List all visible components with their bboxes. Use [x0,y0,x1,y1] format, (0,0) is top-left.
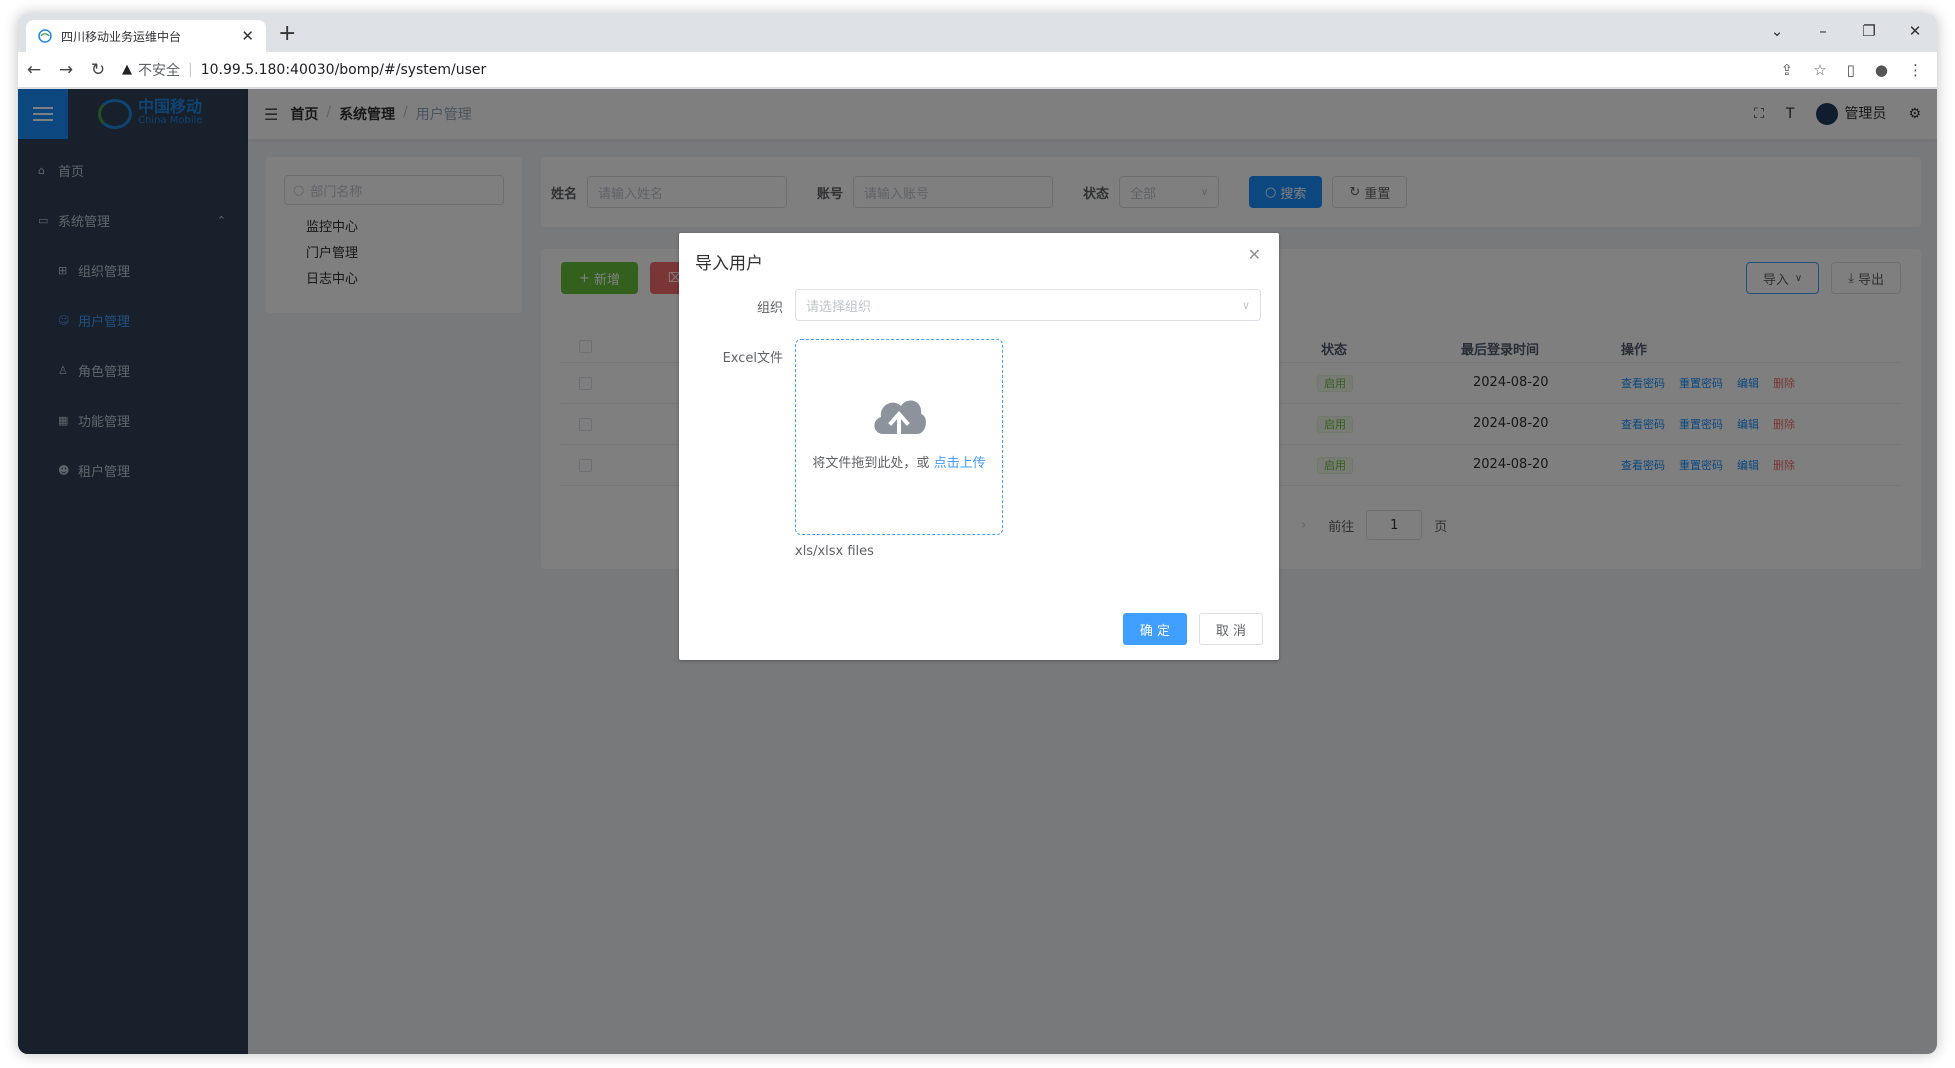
forward-icon[interactable]: → [50,60,82,80]
restore-icon[interactable]: ❐ [1859,22,1879,40]
org-placeholder: 请选择组织 [806,299,872,315]
tab-bar: 四川移动业务运维中台 ✕ + ⌄ – ❐ ✕ [18,14,1937,52]
sidepanel-icon[interactable]: ▯ [1847,61,1855,79]
window-close-icon[interactable]: ✕ [1905,22,1925,40]
profile-icon[interactable]: ● [1875,61,1888,79]
click-upload-link[interactable]: 点击上传 [934,456,986,471]
minimize-icon[interactable]: – [1813,22,1833,40]
star-icon[interactable]: ☆ [1813,61,1826,79]
org-label: 组织 [756,301,783,316]
excel-file-label: Excel文件 [722,351,783,366]
tab-close-icon[interactable]: ✕ [241,27,254,45]
org-select[interactable]: 请选择组织 ∨ [795,289,1261,321]
tab-title: 四川移动业务运维中台 [61,29,182,44]
close-icon[interactable]: ✕ [1248,245,1261,264]
globe-icon [38,29,52,43]
reload-icon[interactable]: ↻ [82,60,114,80]
more-icon[interactable]: ⋮ [1908,61,1923,79]
back-icon[interactable]: ← [18,60,50,80]
chevron-down-icon: ∨ [1241,298,1250,312]
insecure-label: 不安全 [138,62,180,79]
window-controls: ⌄ – ❐ ✕ [1767,22,1925,40]
cancel-button[interactable]: 取 消 [1199,613,1263,645]
new-tab-icon[interactable]: + [278,22,296,46]
share-icon[interactable]: ⇪ [1781,61,1794,79]
upload-hint: 将文件拖到此处，或 点击上传 [812,452,985,471]
warning-icon: ▲ [122,62,132,77]
dialog-title: 导入用户 [695,254,763,274]
drop-hint-text: 将文件拖到此处，或 [812,456,930,471]
import-user-dialog: 导入用户 ✕ 组织 请选择组织 ∨ Excel文件 将文件拖到此处，或 点击上传… [679,233,1279,660]
browser-tab[interactable]: 四川移动业务运维中台 ✕ [26,20,266,52]
confirm-button[interactable]: 确 定 [1123,613,1187,645]
url-text: 10.99.5.180:40030/bomp/#/system/user [200,61,487,78]
browser-window: 四川移动业务运维中台 ✕ + ⌄ – ❐ ✕ ← → ↻ ▲ 不安全 | 10.… [18,14,1937,1054]
upload-dropzone[interactable]: 将文件拖到此处，或 点击上传 [795,339,1003,535]
url-field[interactable]: ▲ 不安全 | 10.99.5.180:40030/bomp/#/system/… [122,60,1781,80]
url-divider: | [188,61,193,78]
file-type-tip: xls/xlsx files [795,544,874,559]
tab-search-icon[interactable]: ⌄ [1767,22,1787,40]
address-bar: ← → ↻ ▲ 不安全 | 10.99.5.180:40030/bomp/#/s… [18,52,1937,88]
upload-cloud-icon [874,400,926,436]
browser-actions: ⇪ ☆ ▯ ● ⋮ [1781,61,1923,79]
